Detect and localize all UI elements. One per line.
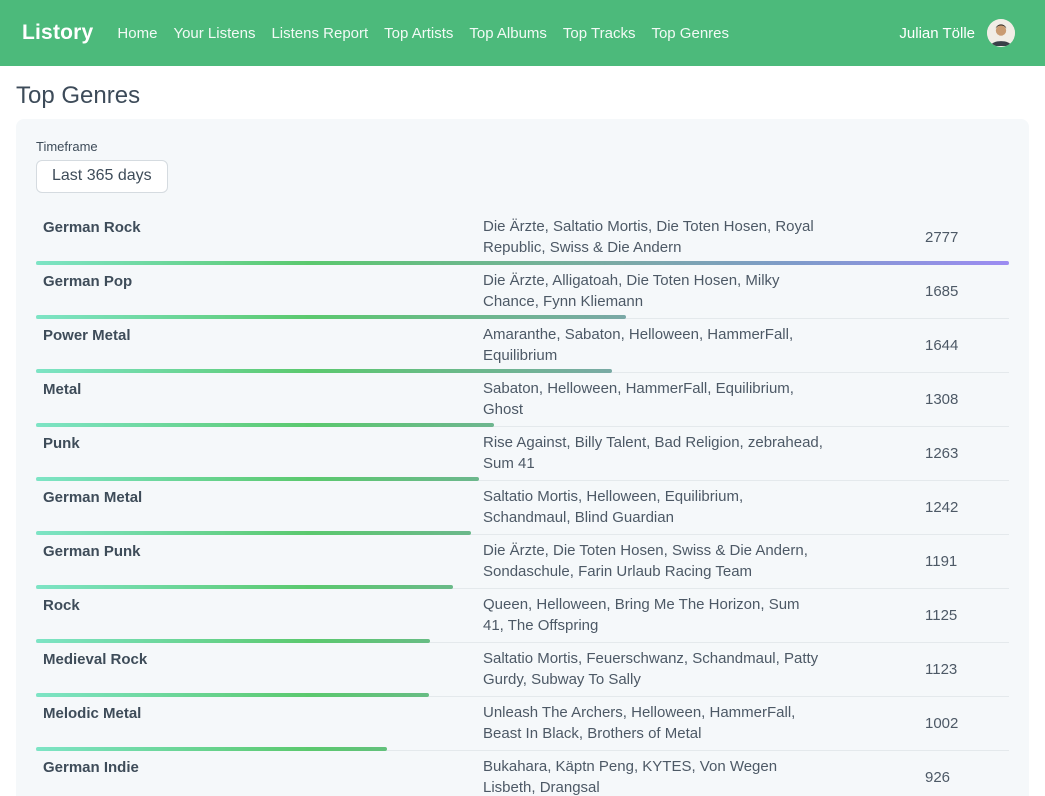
user-avatar-icon[interactable] [987,19,1015,47]
genre-count: 1002 [921,715,1009,732]
nav-item-your-listens[interactable]: Your Listens [173,25,255,42]
table-row: German Rock Die Ärzte, Saltatio Mortis, … [36,211,1009,265]
genre-name: Power Metal [36,324,483,344]
genre-artists: Queen, Helloween, Bring Me The Horizon, … [483,594,823,636]
genre-name: German Indie [36,756,483,776]
genre-artists: Die Ärzte, Saltatio Mortis, Die Toten Ho… [483,216,823,258]
timeframe-label: Timeframe [36,139,1009,154]
navbar: Listory Home Your Listens Listens Report To… [0,0,1045,66]
user-menu[interactable]: Julian Tölle [899,19,1015,47]
genre-name: Punk [36,432,483,452]
genre-count: 1308 [921,391,1009,408]
nav-item-listens-report[interactable]: Listens Report [271,25,368,42]
table-row: Metal Sabaton, Helloween, HammerFall, Eq… [36,373,1009,427]
genre-name: Medieval Rock [36,648,483,668]
genre-artists: Die Ärzte, Alligatoah, Die Toten Hosen, … [483,270,823,312]
genre-name: German Rock [36,216,483,236]
genre-count: 1644 [921,337,1009,354]
genre-count: 1263 [921,445,1009,462]
genre-artists: Rise Against, Billy Talent, Bad Religion… [483,432,823,474]
genre-artists: Saltatio Mortis, Helloween, Equilibrium,… [483,486,823,528]
genre-name: Rock [36,594,483,614]
genre-name: Melodic Metal [36,702,483,722]
nav-item-top-tracks[interactable]: Top Tracks [563,25,636,42]
nav-item-top-albums[interactable]: Top Albums [469,25,547,42]
genre-count: 1242 [921,499,1009,516]
table-row: German Metal Saltatio Mortis, Helloween,… [36,481,1009,535]
genre-count: 1685 [921,283,1009,300]
nav-item-top-genres[interactable]: Top Genres [651,25,729,42]
timeframe-select[interactable]: Last 365 days [36,160,168,193]
nav-item-top-artists[interactable]: Top Artists [384,25,453,42]
genre-name: German Punk [36,540,483,560]
genre-artists: Die Ärzte, Die Toten Hosen, Swiss & Die … [483,540,823,582]
genre-count: 1191 [921,553,1009,570]
table-row: Medieval Rock Saltatio Mortis, Feuerschw… [36,643,1009,697]
genre-count: 1123 [921,661,1009,678]
page-title: Top Genres [16,82,1029,110]
genre-name: German Pop [36,270,483,290]
table-row: Melodic Metal Unleash The Archers, Hello… [36,697,1009,751]
table-row: Rock Queen, Helloween, Bring Me The Hori… [36,589,1009,643]
genre-name: Metal [36,378,483,398]
top-genres-card: Timeframe Last 365 days German Rock Die … [16,119,1029,796]
genre-artists: Bukahara, Käptn Peng, KYTES, Von Wegen L… [483,756,823,796]
user-name: Julian Tölle [899,25,975,42]
table-row: German Pop Die Ärzte, Alligatoah, Die To… [36,265,1009,319]
table-row: German Indie Bukahara, Käptn Peng, KYTES… [36,751,1009,796]
nav-item-home[interactable]: Home [117,25,157,42]
genre-artists: Sabaton, Helloween, HammerFall, Equilibr… [483,378,823,420]
genre-artists: Unleash The Archers, Helloween, HammerFa… [483,702,823,744]
genre-count: 2777 [921,229,1009,246]
genre-artists: Saltatio Mortis, Feuerschwanz, Schandmau… [483,648,823,690]
genre-name: German Metal [36,486,483,506]
table-row: Power Metal Amaranthe, Sabaton, Hellowee… [36,319,1009,373]
genres-table: German Rock Die Ärzte, Saltatio Mortis, … [36,211,1009,796]
genre-count: 926 [921,769,1009,786]
main-content: Top Genres Timeframe Last 365 days Germa… [0,82,1045,796]
brand-logo[interactable]: Listory [22,21,93,45]
table-row: German Punk Die Ärzte, Die Toten Hosen, … [36,535,1009,589]
genre-count: 1125 [921,607,1009,624]
table-row: Punk Rise Against, Billy Talent, Bad Rel… [36,427,1009,481]
nav-menu: Home Your Listens Listens Report Top Artist… [117,25,729,42]
genre-artists: Amaranthe, Sabaton, Helloween, HammerFal… [483,324,823,366]
